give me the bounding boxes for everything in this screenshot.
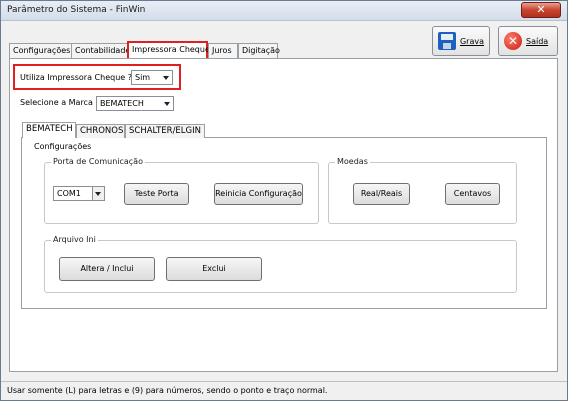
configuracoes-heading: Configurações — [34, 142, 92, 151]
real-reais-button[interactable]: Real/Reais — [353, 183, 410, 205]
edit-include-button[interactable]: Altera / Inclui — [59, 257, 155, 281]
floppy-disk-icon — [438, 32, 456, 50]
test-port-button[interactable]: Teste Porta — [124, 183, 189, 205]
chevron-down-icon — [95, 192, 101, 196]
main-window: Parâmetro do Sistema - FinWin ✕ Grava ✕ … — [0, 0, 568, 401]
exit-icon: ✕ — [504, 32, 522, 50]
tab-juros[interactable]: Juros — [208, 43, 238, 58]
uses-printer-value: Sim — [135, 73, 151, 82]
ini-file-group-title: Arquivo Ini — [51, 235, 98, 244]
port-value: COM1 — [57, 189, 81, 198]
tab-bematech[interactable]: BEMATECH — [22, 122, 76, 138]
port-select[interactable]: COM1 — [53, 186, 105, 201]
save-button[interactable]: Grava — [432, 26, 490, 56]
uses-printer-label: Utiliza Impressora Cheque ? — [20, 73, 132, 82]
reset-config-button[interactable]: Reinicia Configuração — [214, 183, 303, 205]
brand-select[interactable]: BEMATECH — [96, 96, 174, 111]
exit-button[interactable]: ✕ Saída — [498, 26, 558, 56]
currency-group-title: Moedas — [335, 157, 370, 166]
tab-digitacao[interactable]: Digitação — [238, 43, 280, 58]
save-button-label: Grava — [459, 36, 484, 46]
title-bar: Parâmetro do Sistema - FinWin ✕ — [1, 1, 567, 21]
uses-printer-select[interactable]: Sim — [131, 70, 173, 85]
tab-contabilidade[interactable]: Contabilidade — [71, 43, 130, 58]
chevron-down-icon — [163, 76, 169, 80]
delete-button[interactable]: Exclui — [166, 257, 262, 281]
exit-button-label: Saída — [526, 36, 549, 46]
tab-impressora-cheque[interactable]: Impressora Cheque — [127, 41, 210, 59]
tab-chronos[interactable]: CHRONOS — [76, 124, 125, 138]
status-text: Usar somente (L) para letras e (9) para … — [7, 386, 328, 395]
chevron-down-icon — [164, 102, 170, 106]
tab-schalter-elgin[interactable]: SCHALTER/ELGIN — [125, 124, 205, 138]
window-title: Parâmetro do Sistema - FinWin — [7, 5, 146, 15]
tab-configuracoes[interactable]: Configurações — [9, 43, 72, 58]
port-group-title: Porta de Comunicação — [51, 157, 145, 166]
centavos-button[interactable]: Centavos — [445, 183, 500, 205]
brand-value: BEMATECH — [100, 99, 144, 108]
window-close-button[interactable]: ✕ — [521, 2, 561, 18]
status-bar: Usar somente (L) para letras e (9) para … — [1, 381, 567, 400]
brand-label: Selecione a Marca — [20, 98, 93, 107]
